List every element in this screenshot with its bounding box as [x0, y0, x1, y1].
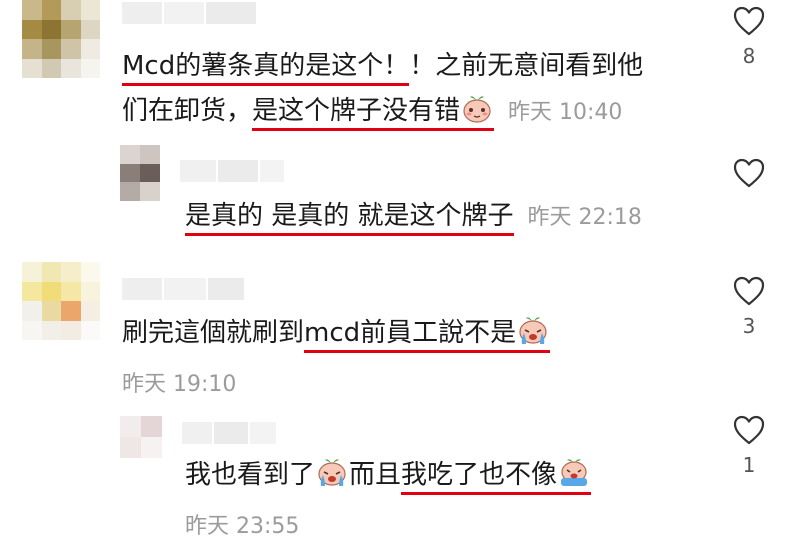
comment-text: 我也看到了 而且我吃了也不像: [185, 458, 592, 495]
timestamp: 昨天 22:18: [527, 205, 642, 230]
like-count: 1: [742, 453, 756, 477]
comment-text-line-2: 们在卸货，是这个牌子没有错 昨天 10:40: [122, 94, 622, 131]
heart-outline-icon: [733, 415, 765, 445]
comment-text: Mcd的薯条真的是这个！！之前无意间看到他: [122, 50, 643, 86]
like-button[interactable]: [732, 158, 766, 196]
timestamp: 昨天 10:40: [508, 100, 623, 125]
username-blurred[interactable]: [122, 2, 256, 24]
like-count: 8: [742, 44, 756, 68]
avatar[interactable]: [22, 262, 100, 340]
username-blurred[interactable]: [182, 422, 276, 444]
highlighted-text: 是真的 是真的 就是这个牌子: [185, 201, 514, 236]
comment-text-part: ！之前无意间看到他: [409, 51, 644, 81]
heart-outline-icon: [733, 158, 765, 188]
comment-text-part: 而且: [349, 460, 402, 490]
crying-face-emoji: [561, 459, 588, 486]
like-button[interactable]: 8: [732, 6, 766, 68]
highlighted-text: Mcd的薯条真的是这个！: [122, 51, 410, 86]
comment-text-part: 我也看到了: [185, 460, 316, 490]
highlighted-text: mcd前員工說不是: [304, 316, 551, 353]
username-blurred[interactable]: [180, 160, 284, 182]
like-button[interactable]: 1: [732, 415, 766, 477]
crying-face-emoji: [519, 317, 547, 344]
heart-outline-icon: [733, 6, 765, 36]
avatar[interactable]: [22, 0, 100, 78]
highlighted-text: 我吃了也不像: [401, 458, 592, 495]
highlighted-text-part: 是这个牌子没有错: [252, 96, 461, 126]
like-count: 3: [742, 314, 756, 338]
avatar[interactable]: [120, 416, 162, 458]
like-button[interactable]: 3: [732, 276, 766, 338]
comment-text: 刷完這個就刷到mcd前員工說不是: [122, 316, 551, 353]
highlighted-text: 是这个牌子没有错: [252, 94, 495, 131]
crying-face-emoji: [318, 459, 346, 486]
heart-outline-icon: [733, 276, 765, 306]
highlighted-text-part: mcd前員工說不是: [304, 318, 517, 348]
comment-text-part: 刷完這個就刷到: [122, 318, 305, 348]
highlighted-text-part: 我吃了也不像: [401, 460, 558, 490]
timestamp: 昨天 23:55: [185, 514, 300, 539]
comment-text-part: 们在卸货，: [122, 96, 253, 126]
avatar[interactable]: [120, 145, 160, 201]
comment-text: 是真的 是真的 就是这个牌子 昨天 22:18: [185, 200, 642, 236]
timestamp: 昨天 19:10: [122, 372, 237, 397]
blushing-face-emoji: [463, 96, 491, 123]
username-blurred[interactable]: [122, 278, 244, 300]
